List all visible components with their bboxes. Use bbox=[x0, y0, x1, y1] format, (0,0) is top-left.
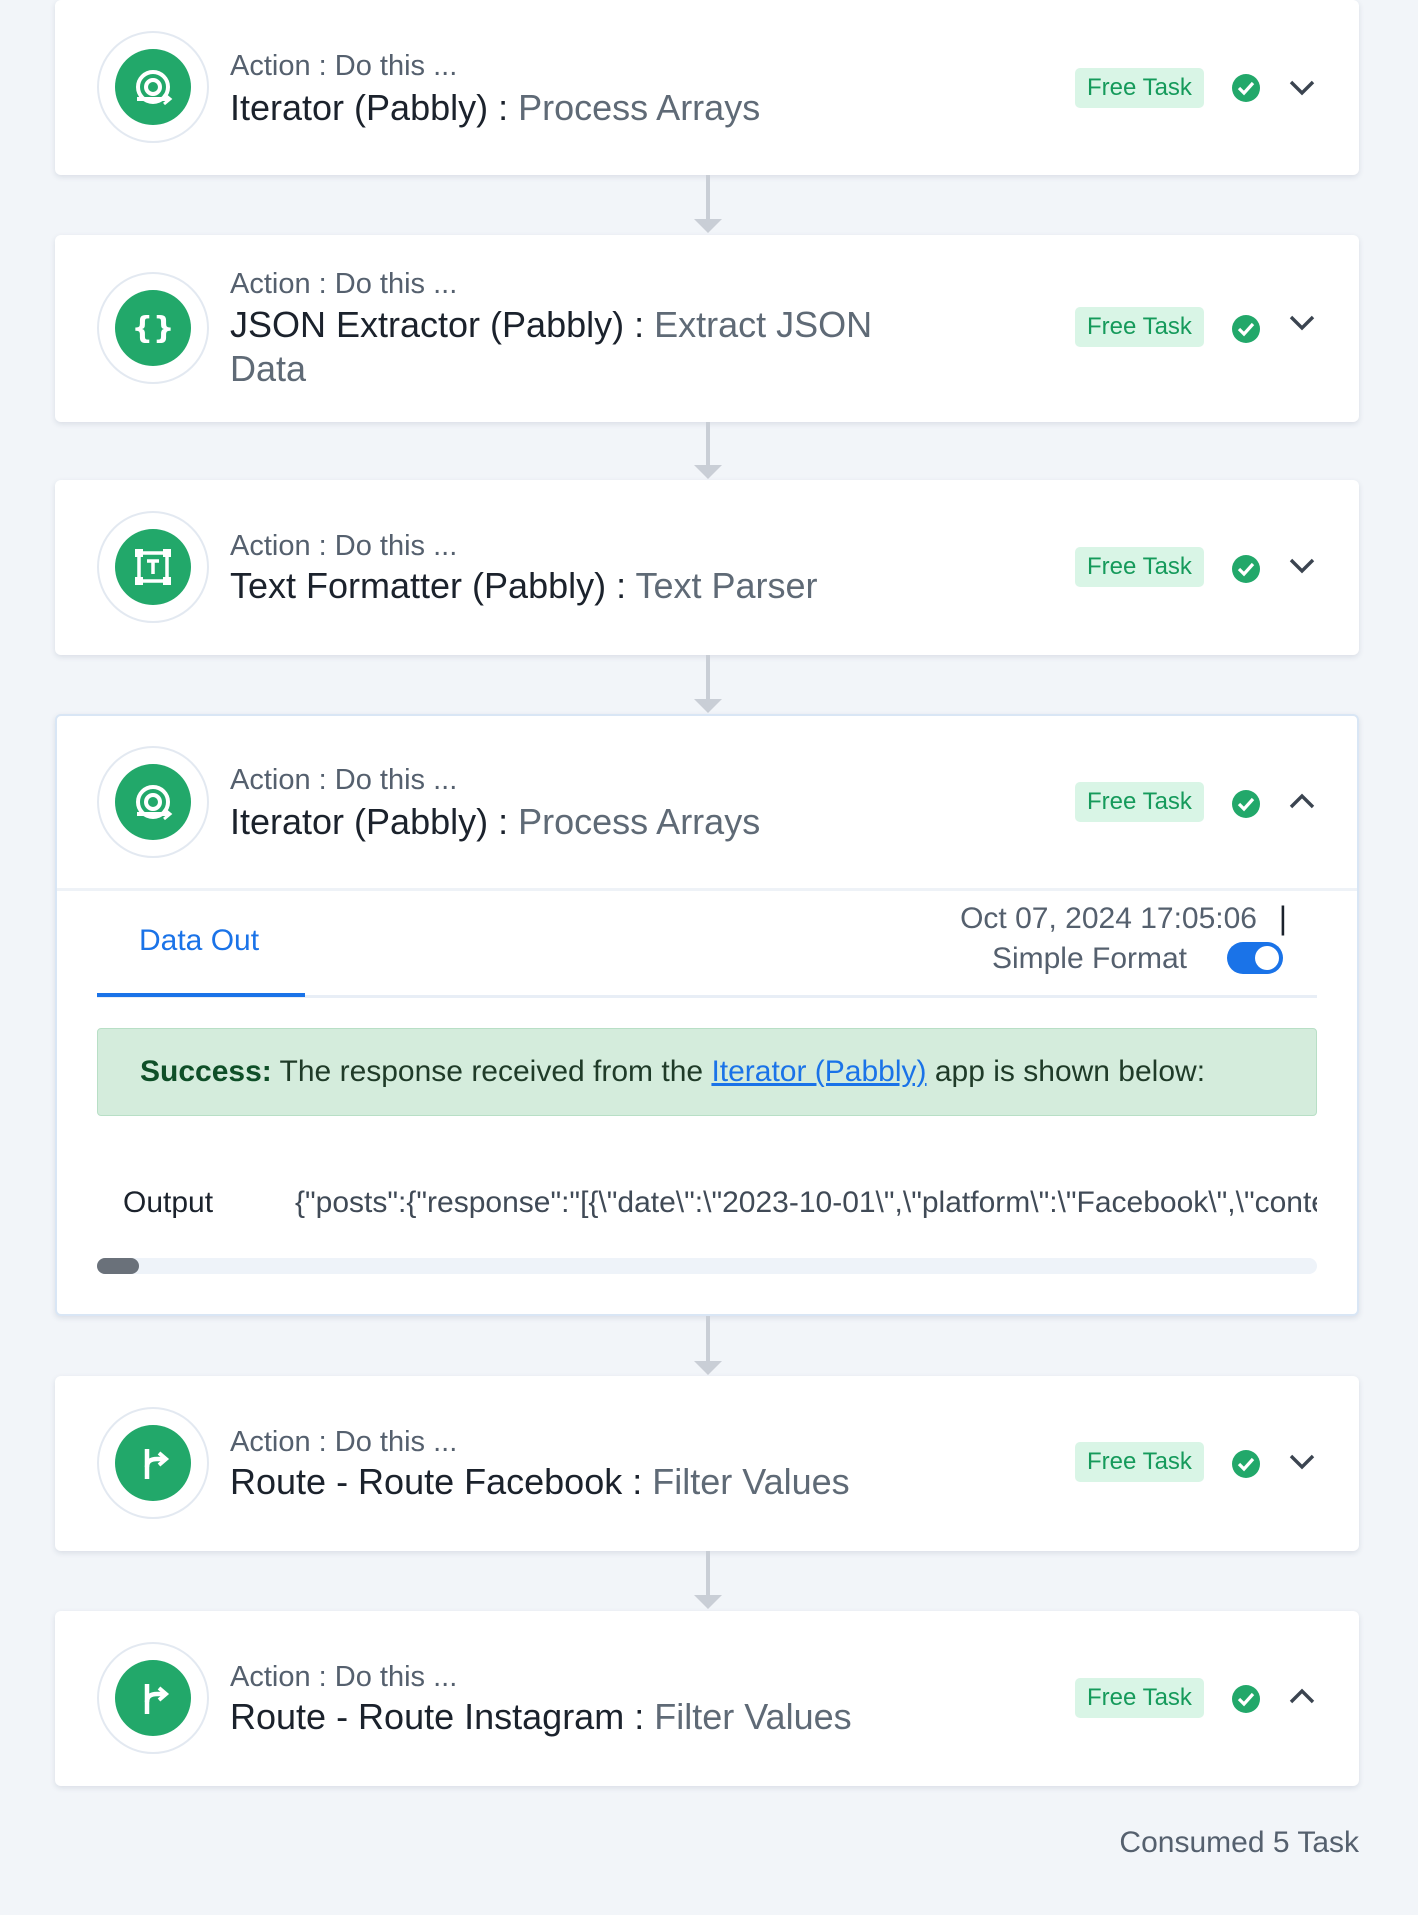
scrollbar-thumb[interactable] bbox=[97, 1258, 139, 1274]
step-subtitle: Action : Do this ... bbox=[230, 1426, 458, 1458]
separator: | bbox=[1278, 900, 1287, 936]
route-icon bbox=[144, 1684, 170, 1714]
step-app-icon: {} bbox=[97, 272, 209, 384]
flow-arrow bbox=[694, 1361, 722, 1375]
check-circle-icon bbox=[1232, 1685, 1260, 1713]
check-circle-icon bbox=[1232, 790, 1260, 818]
check-circle-icon bbox=[1232, 555, 1260, 583]
consumed-task-count: Consumed 5 Task bbox=[1119, 1826, 1359, 1859]
flow-connector bbox=[706, 1551, 710, 1596]
route-icon bbox=[144, 1449, 170, 1479]
success-alert: Success: The response received from the … bbox=[97, 1028, 1317, 1116]
chevron-down-icon[interactable] bbox=[1287, 1446, 1317, 1476]
step-title: Route - Route Instagram : Filter Values bbox=[230, 1696, 852, 1737]
flow-connector bbox=[706, 175, 710, 220]
execution-timestamp: Oct 07, 2024 17:05:06 bbox=[960, 902, 1257, 935]
step-app-icon bbox=[97, 511, 209, 623]
iterator-icon bbox=[136, 70, 173, 106]
flow-connector bbox=[706, 655, 710, 700]
step-subtitle: Action : Do this ... bbox=[230, 50, 458, 82]
json-braces-icon: {} bbox=[132, 311, 175, 346]
free-task-badge: Free Task bbox=[1075, 782, 1204, 822]
simple-format-label: Simple Format bbox=[991, 942, 1187, 975]
step-card-4-expanded: Action : Do this ... Iterator (Pabbly) :… bbox=[55, 714, 1359, 1316]
simple-format-toggle[interactable] bbox=[1227, 942, 1283, 974]
app-link[interactable]: Iterator (Pabbly) bbox=[711, 1055, 926, 1088]
svg-text:{}: {} bbox=[132, 311, 175, 346]
section-divider bbox=[57, 888, 1357, 891]
step-app-icon bbox=[97, 1642, 209, 1754]
free-task-badge: Free Task bbox=[1075, 547, 1204, 587]
free-task-badge: Free Task bbox=[1075, 1678, 1204, 1718]
step-card-1[interactable]: Action : Do this ... Iterator (Pabbly) :… bbox=[55, 0, 1359, 175]
step-title: JSON Extractor (Pabbly) : Extract JSON D… bbox=[230, 304, 873, 389]
flow-arrow bbox=[694, 1595, 722, 1609]
free-task-badge: Free Task bbox=[1075, 68, 1204, 108]
step-subtitle: Action : Do this ... bbox=[230, 764, 458, 796]
text-formatter-icon bbox=[135, 549, 171, 585]
step-header[interactable]: Action : Do this ... Iterator (Pabbly) :… bbox=[57, 716, 1357, 891]
flow-arrow bbox=[694, 699, 722, 713]
flow-connector bbox=[706, 1316, 710, 1362]
step-subtitle: Action : Do this ... bbox=[230, 268, 458, 300]
step-title: Iterator (Pabbly) : Process Arrays bbox=[230, 87, 761, 128]
chevron-down-icon[interactable] bbox=[1287, 550, 1317, 580]
check-circle-icon bbox=[1232, 74, 1260, 102]
step-card-5[interactable]: Action : Do this ... Route - Route Faceb… bbox=[55, 1376, 1359, 1551]
flow-connector bbox=[706, 422, 710, 466]
tab-active-indicator bbox=[97, 993, 305, 997]
step-subtitle: Action : Do this ... bbox=[230, 1661, 458, 1693]
chevron-up-icon[interactable] bbox=[1287, 1681, 1317, 1711]
step-title: Text Formatter (Pabbly) : Text Parser bbox=[230, 565, 818, 606]
tab-data-out[interactable]: Data Out bbox=[139, 924, 259, 958]
chevron-up-icon[interactable] bbox=[1287, 786, 1317, 816]
step-app-icon bbox=[97, 31, 209, 143]
free-task-badge: Free Task bbox=[1075, 307, 1204, 347]
step-card-2[interactable]: {} Action : Do this ... JSON Extractor (… bbox=[55, 235, 1359, 422]
check-circle-icon bbox=[1232, 315, 1260, 343]
chevron-down-icon[interactable] bbox=[1287, 307, 1317, 337]
step-card-3[interactable]: Action : Do this ... Text Formatter (Pab… bbox=[55, 480, 1359, 655]
step-title: Iterator (Pabbly) : Process Arrays bbox=[230, 801, 761, 842]
step-app-icon bbox=[97, 1407, 209, 1519]
step-subtitle: Action : Do this ... bbox=[230, 530, 458, 562]
free-task-badge: Free Task bbox=[1075, 1442, 1204, 1482]
step-app-icon bbox=[97, 746, 209, 858]
output-label: Output bbox=[123, 1186, 214, 1219]
chevron-down-icon[interactable] bbox=[1287, 72, 1317, 102]
check-circle-icon bbox=[1232, 1450, 1260, 1478]
horizontal-scrollbar[interactable] bbox=[97, 1258, 1317, 1274]
iterator-icon bbox=[136, 785, 173, 821]
flow-arrow bbox=[694, 465, 722, 479]
step-card-6[interactable]: Action : Do this ... Route - Route Insta… bbox=[55, 1611, 1359, 1786]
output-value: {"posts":{"response":"[{\"date\":\"2023-… bbox=[295, 1186, 1317, 1219]
flow-arrow bbox=[694, 219, 722, 233]
step-title: Route - Route Facebook : Filter Values bbox=[230, 1461, 850, 1502]
